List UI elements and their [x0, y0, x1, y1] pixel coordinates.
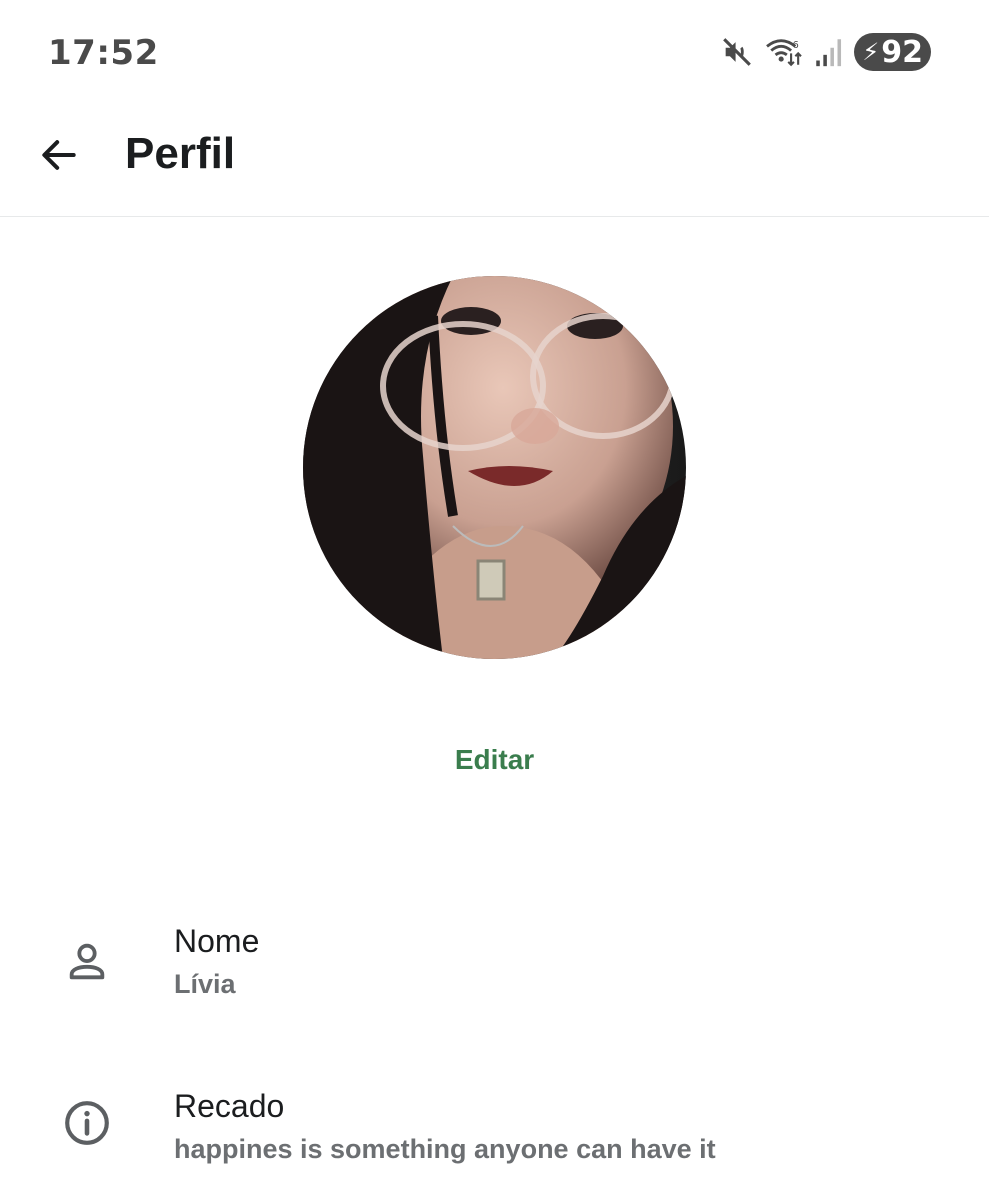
mute-icon: [720, 35, 754, 69]
name-value: Lívia: [174, 969, 236, 999]
status-icons: 6 ⚡ 92: [720, 32, 931, 72]
battery-charging-icon: ⚡ 92: [854, 33, 931, 71]
status-bar: 17:52 6 ⚡ 92: [0, 0, 989, 106]
about-label: Recado: [174, 1088, 285, 1124]
wifi-icon: 6: [764, 35, 804, 69]
edit-photo-link[interactable]: Editar: [455, 744, 534, 775]
signal-icon: [814, 35, 844, 69]
about-value: happines is something anyone can have it: [174, 1134, 716, 1164]
about-row[interactable]: Recado happines is something anyone can …: [0, 1070, 989, 1190]
back-button[interactable]: [30, 128, 88, 186]
svg-text:6: 6: [793, 40, 799, 51]
page-title: Perfil: [125, 129, 236, 178]
arrow-left-icon: [37, 133, 81, 182]
battery-level: 92: [881, 34, 923, 70]
name-row[interactable]: Nome Lívia: [0, 905, 989, 1025]
name-label: Nome: [174, 923, 260, 959]
person-icon: [58, 933, 116, 991]
profile-avatar[interactable]: [303, 276, 686, 659]
status-time: 17:52: [48, 33, 159, 73]
info-icon: [58, 1094, 116, 1152]
app-bar: Perfil: [0, 106, 989, 217]
edit-photo-link-wrapper: Editar: [0, 744, 989, 776]
